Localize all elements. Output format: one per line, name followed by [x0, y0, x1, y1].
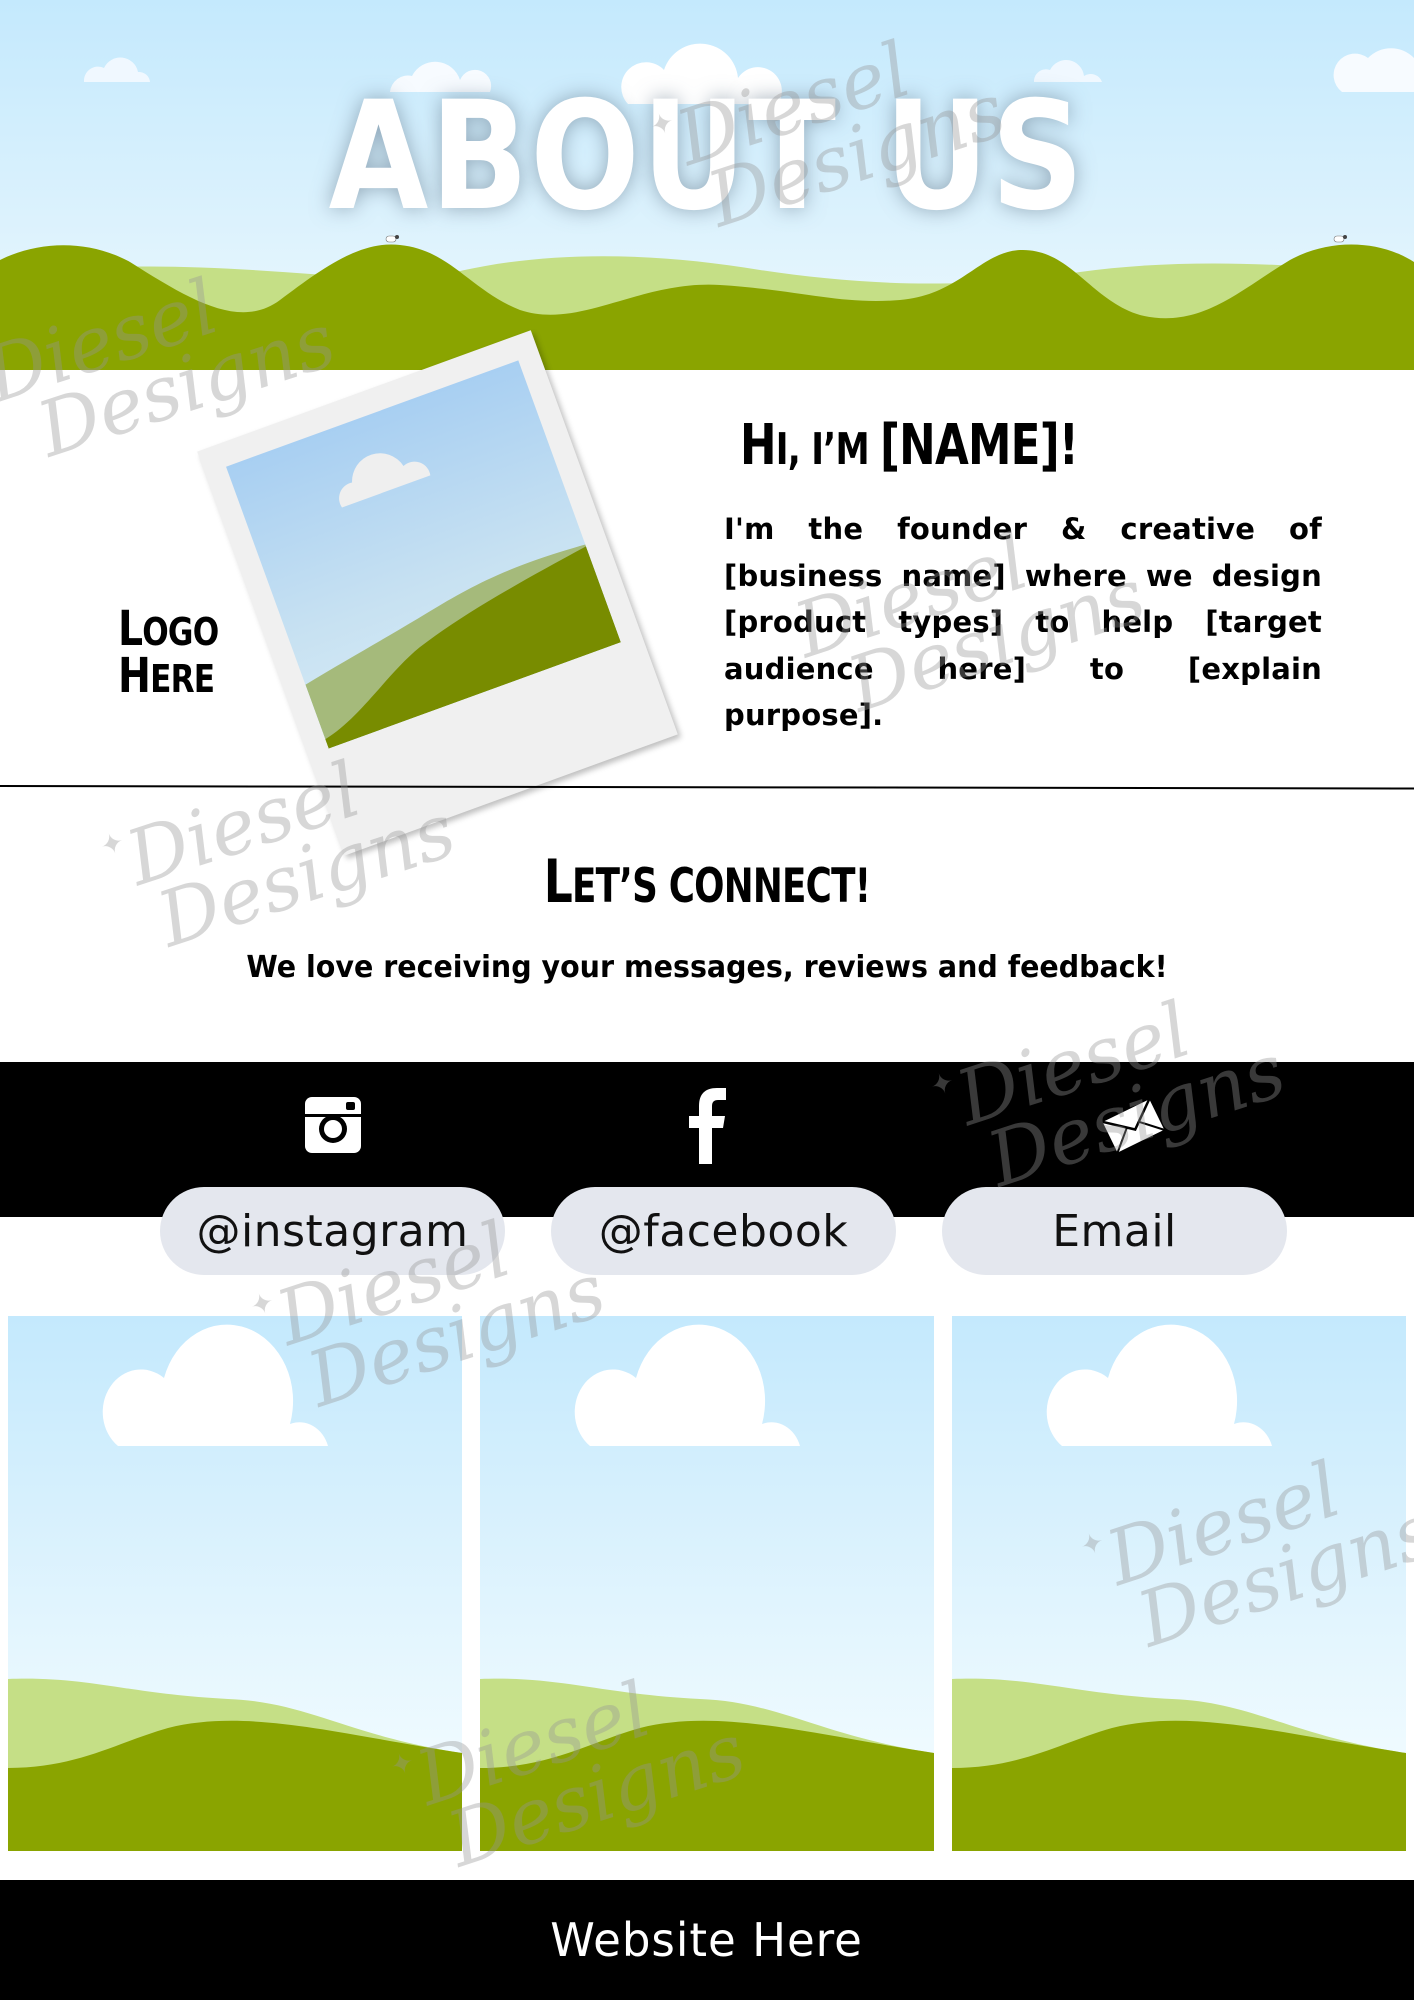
page-title: ABOUT US — [328, 70, 1086, 244]
polaroid-photo-frame — [197, 330, 678, 856]
cloud-icon — [84, 57, 150, 82]
intro-heading: HI, I’M [NAME]! — [740, 413, 1079, 478]
hero-banner: ABOUT US — [0, 0, 1414, 370]
connect-heading: LET’S CONNECT! — [543, 847, 871, 917]
sheep-icon — [1333, 235, 1347, 243]
facebook-icon[interactable] — [672, 1085, 742, 1165]
logo-placeholder: LOGO HERE — [118, 601, 219, 705]
envelope-icon[interactable] — [1098, 1085, 1168, 1165]
instagram-handle-button[interactable]: @instagram — [160, 1187, 505, 1275]
cloud-icon — [1333, 48, 1414, 92]
facebook-handle-button[interactable]: @facebook — [551, 1187, 896, 1275]
gallery-image-1 — [8, 1316, 462, 1851]
connect-subtitle: We love receiving your messages, reviews… — [246, 950, 1168, 985]
photo-placeholder — [226, 360, 621, 749]
footer-bar: Website Here — [0, 1880, 1414, 2000]
cloud-icon — [102, 1324, 328, 1446]
instagram-icon[interactable] — [298, 1085, 368, 1165]
gallery-image-3 — [952, 1316, 1406, 1851]
cloud-icon — [339, 453, 431, 508]
gallery-image-2 — [480, 1316, 934, 1851]
website-link[interactable]: Website Here — [551, 1913, 864, 1967]
email-button[interactable]: Email — [942, 1187, 1287, 1275]
intro-paragraph: I'm the founder & creative of [business … — [724, 512, 1322, 732]
cloud-icon — [1046, 1324, 1272, 1446]
section-divider — [0, 785, 1414, 790]
cloud-icon — [574, 1324, 800, 1446]
